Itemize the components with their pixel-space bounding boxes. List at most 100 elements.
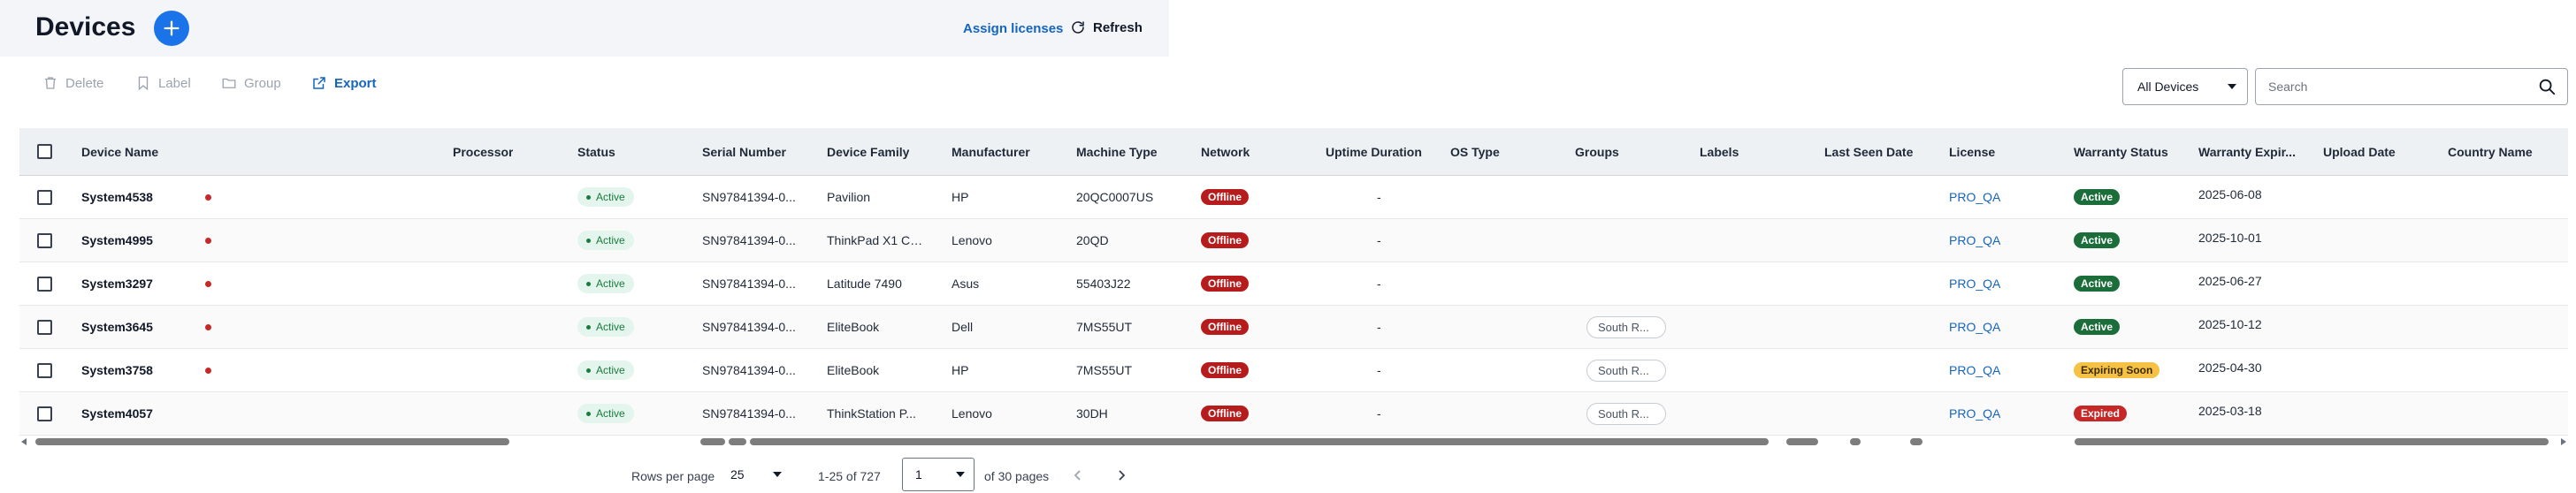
table-row[interactable]: System3297 Active SN97841394-0... Latitude … bbox=[19, 262, 2568, 306]
column-header[interactable]: Last Seen Date bbox=[1824, 145, 1913, 159]
device-name[interactable]: System4057 bbox=[81, 406, 153, 421]
device-name[interactable]: System3297 bbox=[81, 277, 153, 291]
network-badge: Offline bbox=[1201, 362, 1249, 378]
manufacturer: Dell bbox=[952, 320, 974, 334]
serial-number: SN97841394-0... bbox=[702, 233, 796, 247]
column-header[interactable]: Manufacturer bbox=[952, 145, 1030, 159]
delete-label: Delete bbox=[65, 75, 104, 91]
row-checkbox[interactable] bbox=[37, 277, 52, 292]
page-number-value: 1 bbox=[915, 467, 922, 482]
warranty-status-badge: Expired bbox=[2074, 406, 2128, 421]
device-filter-select[interactable]: All Devices bbox=[2122, 68, 2248, 105]
column-header[interactable]: Uptime Duration bbox=[1326, 145, 1422, 159]
serial-number: SN97841394-0... bbox=[702, 363, 796, 377]
column-header[interactable]: Device Name bbox=[81, 145, 158, 159]
group-chip[interactable]: South R... bbox=[1586, 403, 1666, 425]
table-row[interactable]: System4057 Active SN97841394-0... ThinkStat… bbox=[19, 392, 2568, 436]
warranty-status-badge: Active bbox=[2074, 189, 2121, 205]
row-checkbox[interactable] bbox=[37, 190, 52, 205]
table-body: System4538 Active SN97841394-0... Pavilion H… bbox=[19, 176, 2568, 436]
group-chip[interactable]: South R... bbox=[1586, 360, 1666, 382]
plus-icon bbox=[164, 20, 180, 36]
select-all-checkbox[interactable] bbox=[37, 144, 52, 159]
device-family: ThinkPad X1 Ca... bbox=[827, 233, 924, 247]
license-link[interactable]: PRO_QA bbox=[1949, 190, 2000, 204]
uptime-duration: - bbox=[1377, 363, 1381, 377]
caret-down-icon bbox=[773, 472, 782, 477]
machine-type: 7MS55UT bbox=[1076, 363, 1133, 377]
delete-button[interactable]: Delete bbox=[42, 75, 103, 91]
column-header[interactable]: Serial Number bbox=[702, 145, 786, 159]
scroll-left-icon[interactable] bbox=[21, 438, 27, 445]
row-checkbox[interactable] bbox=[37, 320, 52, 335]
license-link[interactable]: PRO_QA bbox=[1949, 277, 2000, 291]
status-badge: Active bbox=[577, 231, 634, 250]
export-button[interactable]: Export bbox=[311, 75, 377, 91]
group-label: Group bbox=[244, 75, 281, 91]
previous-page-icon[interactable] bbox=[1071, 468, 1085, 482]
license-link[interactable]: PRO_QA bbox=[1949, 363, 2000, 377]
rows-per-page-value: 25 bbox=[730, 467, 745, 482]
column-header[interactable]: Labels bbox=[1700, 145, 1739, 159]
search-input[interactable] bbox=[2268, 80, 2537, 94]
column-header[interactable]: Network bbox=[1201, 145, 1250, 159]
license-link[interactable]: PRO_QA bbox=[1949, 406, 2000, 421]
column-header[interactable]: Machine Type bbox=[1076, 145, 1158, 159]
column-header[interactable]: Country Name bbox=[2448, 145, 2533, 159]
rows-per-page-label: Rows per page bbox=[631, 469, 715, 483]
warranty-status-badge: Active bbox=[2074, 232, 2121, 248]
status-badge: Active bbox=[577, 404, 634, 423]
label-button[interactable]: Label bbox=[135, 75, 191, 91]
column-header[interactable]: Warranty Status bbox=[2074, 145, 2168, 159]
manufacturer: Asus bbox=[952, 277, 980, 291]
export-icon bbox=[313, 77, 325, 89]
table-row[interactable]: System3645 Active SN97841394-0... EliteBook… bbox=[19, 306, 2568, 349]
column-header[interactable]: Processor bbox=[453, 145, 513, 159]
device-family: Latitude 7490 bbox=[827, 277, 902, 291]
device-family: EliteBook bbox=[827, 363, 880, 377]
scrollbar-segment bbox=[729, 438, 746, 445]
machine-type: 55403J22 bbox=[1076, 277, 1131, 291]
status-badge: Active bbox=[577, 360, 634, 380]
search-icon[interactable] bbox=[2537, 77, 2557, 96]
group-button[interactable]: Group bbox=[221, 75, 281, 91]
column-header[interactable]: Groups bbox=[1575, 145, 1619, 159]
license-link[interactable]: PRO_QA bbox=[1949, 320, 2000, 334]
table-row[interactable]: System4995 Active SN97841394-0... ThinkPad … bbox=[19, 219, 2568, 262]
device-name[interactable]: System4538 bbox=[81, 190, 153, 204]
scroll-right-icon[interactable] bbox=[2561, 438, 2566, 445]
add-device-button[interactable] bbox=[154, 11, 189, 46]
devices-table: Device Name Processor Status Serial Numb… bbox=[19, 128, 2568, 436]
search-box bbox=[2255, 68, 2568, 105]
table-row[interactable]: System4538 Active SN97841394-0... Pavilion H… bbox=[19, 176, 2568, 219]
folder-icon bbox=[222, 78, 236, 88]
scrollbar-thumb[interactable] bbox=[35, 438, 509, 445]
device-name[interactable]: System4995 bbox=[81, 233, 153, 247]
license-link[interactable]: PRO_QA bbox=[1949, 233, 2000, 247]
warranty-expiry-date: 2025-10-12 bbox=[2198, 317, 2262, 331]
assign-licenses-link[interactable]: Assign licenses bbox=[963, 21, 1063, 36]
table-row[interactable]: System3758 Active SN97841394-0... EliteBook… bbox=[19, 349, 2568, 392]
next-page-icon[interactable] bbox=[1114, 468, 1128, 482]
group-chip[interactable]: South R... bbox=[1586, 316, 1666, 338]
uptime-duration: - bbox=[1377, 190, 1381, 204]
row-checkbox[interactable] bbox=[37, 233, 52, 248]
page-number-select[interactable]: 1 bbox=[902, 458, 975, 491]
device-name[interactable]: System3758 bbox=[81, 363, 153, 377]
device-name[interactable]: System3645 bbox=[81, 320, 153, 334]
column-header[interactable]: License bbox=[1949, 145, 1995, 159]
device-family: Pavilion bbox=[827, 190, 871, 204]
column-header[interactable]: Device Family bbox=[827, 145, 909, 159]
column-header[interactable]: Status bbox=[577, 145, 615, 159]
row-checkbox[interactable] bbox=[37, 363, 52, 378]
horizontal-scrollbar[interactable] bbox=[19, 436, 2568, 447]
rows-per-page-select[interactable]: 25 bbox=[725, 459, 787, 489]
status-badge: Active bbox=[577, 274, 634, 293]
alert-dot-icon bbox=[205, 281, 211, 287]
column-header[interactable]: OS Type bbox=[1450, 145, 1500, 159]
column-header[interactable]: Warranty Expir... bbox=[2198, 145, 2319, 159]
column-header[interactable]: Upload Date bbox=[2323, 145, 2396, 159]
row-checkbox[interactable] bbox=[37, 406, 52, 421]
refresh-button[interactable]: Refresh bbox=[1070, 19, 1143, 35]
machine-type: 20QD bbox=[1076, 233, 1109, 247]
